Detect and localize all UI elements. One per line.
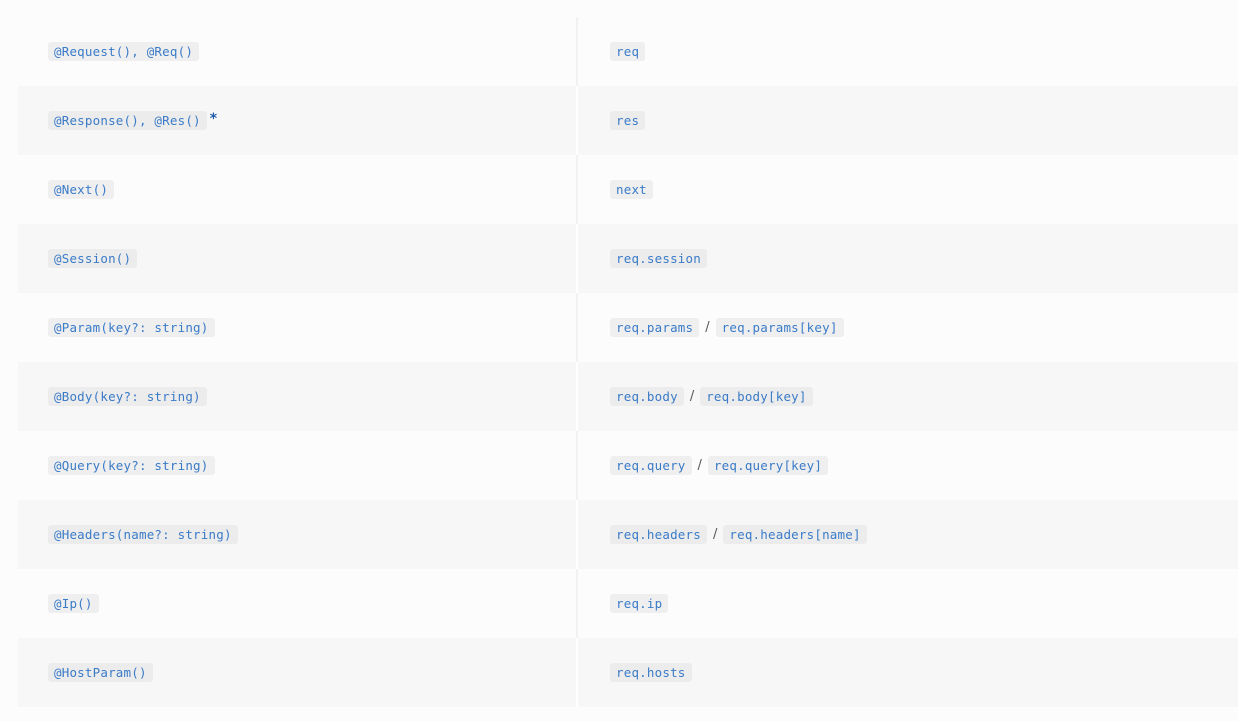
table-row: @Query(key?: string) req.query / req.que…	[18, 431, 1238, 500]
equivalent-code: req.params[key]	[715, 318, 844, 337]
decorator-code: @Param(key?: string)	[48, 318, 215, 337]
decorator-code: @Headers(name?: string)	[48, 525, 238, 544]
equivalent-cell: req.session	[578, 224, 1238, 293]
equivalent-cell: req.hosts	[578, 638, 1238, 707]
equivalent-cell: req.headers / req.headers[name]	[578, 500, 1238, 569]
equivalent-code: req.hosts	[610, 663, 692, 682]
table-row: @Next() next	[18, 155, 1238, 224]
decorator-cell: @Response(), @Res() *	[18, 86, 576, 155]
decorator-code: @Query(key?: string)	[48, 456, 215, 475]
equivalent-code: req.query[key]	[707, 456, 829, 475]
equivalent-cell: req.body / req.body[key]	[578, 362, 1238, 431]
table-row: @Request(), @Req() req	[18, 17, 1238, 86]
decorator-code: @HostParam()	[48, 663, 153, 682]
decorator-cell: @Request(), @Req()	[18, 17, 576, 86]
decorator-cell: @Query(key?: string)	[18, 431, 576, 500]
decorator-code: @Next()	[48, 180, 115, 199]
equivalent-code: req.session	[610, 249, 707, 268]
table-row: @Response(), @Res() * res	[18, 86, 1238, 155]
table-row: @Headers(name?: string) req.headers / re…	[18, 500, 1238, 569]
separator: /	[712, 527, 718, 542]
decorator-cell: @Body(key?: string)	[18, 362, 576, 431]
table-row: @Body(key?: string) req.body / req.body[…	[18, 362, 1238, 431]
equivalent-code: next	[610, 180, 653, 199]
decorator-cell: @Param(key?: string)	[18, 293, 576, 362]
equivalent-code: req.query	[610, 456, 692, 475]
table-row: @HostParam() req.hosts	[18, 638, 1238, 707]
equivalent-code: req.body[key]	[700, 387, 813, 406]
equivalent-code: req.params	[610, 318, 700, 337]
equivalent-cell: next	[578, 155, 1238, 224]
equivalent-code: req.headers	[610, 525, 707, 544]
footnote-asterisk[interactable]: *	[210, 111, 217, 127]
table-row: @Param(key?: string) req.params / req.pa…	[18, 293, 1238, 362]
equivalent-cell: req.query / req.query[key]	[578, 431, 1238, 500]
separator: /	[689, 389, 695, 404]
decorator-code: @Body(key?: string)	[48, 387, 207, 406]
decorator-table: @Request(), @Req() req @Response(), @Res…	[18, 17, 1238, 707]
equivalent-cell: req.ip	[578, 569, 1238, 638]
decorator-code: @Request(), @Req()	[48, 42, 200, 61]
separator: /	[697, 458, 702, 473]
equivalent-code: res	[610, 111, 646, 130]
separator: /	[705, 320, 710, 335]
equivalent-code: req.ip	[610, 594, 669, 613]
decorator-cell: @Session()	[18, 224, 576, 293]
equivalent-code: req.body	[610, 387, 684, 406]
decorator-cell: @Next()	[18, 155, 576, 224]
equivalent-cell: res	[578, 86, 1238, 155]
decorator-cell: @Headers(name?: string)	[18, 500, 576, 569]
decorator-code: @Ip()	[48, 594, 99, 613]
equivalent-cell: req	[578, 17, 1238, 86]
table-row: @Ip() req.ip	[18, 569, 1238, 638]
equivalent-cell: req.params / req.params[key]	[578, 293, 1238, 362]
decorator-code: @Session()	[48, 249, 138, 268]
equivalent-code: req	[610, 42, 646, 61]
equivalent-code: req.headers[name]	[723, 525, 867, 544]
table-row: @Session() req.session	[18, 224, 1238, 293]
decorator-cell: @HostParam()	[18, 638, 576, 707]
decorator-code: @Response(), @Res()	[48, 111, 207, 130]
decorator-cell: @Ip()	[18, 569, 576, 638]
